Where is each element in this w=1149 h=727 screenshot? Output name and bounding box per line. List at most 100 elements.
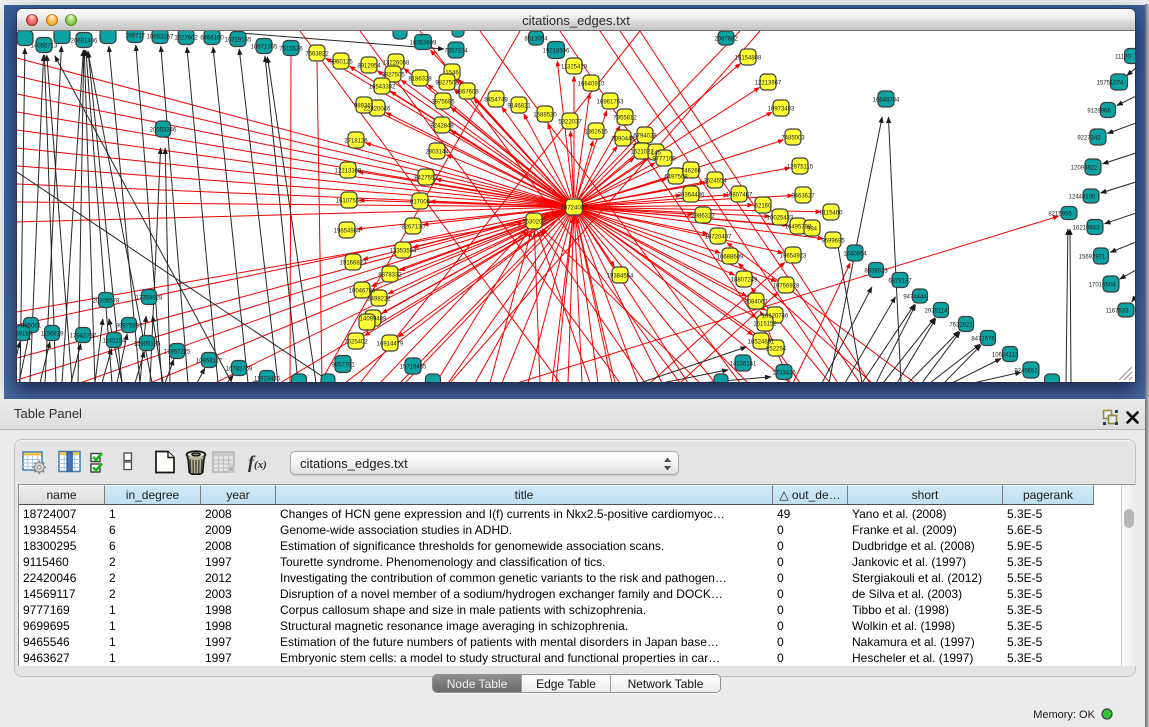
svg-text:8613054: 8613054 bbox=[524, 36, 548, 42]
svg-text:7955812: 7955812 bbox=[613, 115, 637, 121]
svg-text:9242848: 9242848 bbox=[430, 123, 454, 129]
svg-text:11170: 11170 bbox=[1115, 54, 1131, 60]
svg-text:20053346: 20053346 bbox=[150, 127, 177, 133]
svg-text:15751074: 15751074 bbox=[1097, 80, 1124, 86]
svg-text:2803144: 2803144 bbox=[425, 149, 449, 155]
svg-text:917006: 917006 bbox=[410, 199, 431, 205]
svg-text:19854984: 19854984 bbox=[334, 228, 361, 234]
svg-text:9146821: 9146821 bbox=[507, 103, 531, 109]
svg-text:9084067: 9084067 bbox=[744, 299, 768, 305]
svg-text:9699695: 9699695 bbox=[821, 238, 845, 244]
svg-text:6794028: 6794028 bbox=[633, 133, 657, 139]
svg-text:10719155: 10719155 bbox=[225, 37, 252, 43]
svg-text:12093822: 12093822 bbox=[1071, 165, 1098, 171]
svg-text:10046786: 10046786 bbox=[349, 288, 376, 294]
svg-text:9129966: 9129966 bbox=[1087, 108, 1111, 114]
svg-text:13226058: 13226058 bbox=[383, 60, 410, 66]
svg-text:8427552: 8427552 bbox=[414, 175, 438, 181]
svg-text:9115460: 9115460 bbox=[820, 210, 844, 216]
svg-text:9227342: 9227342 bbox=[1077, 135, 1101, 141]
svg-text:746266: 746266 bbox=[681, 168, 702, 174]
svg-text:16543382: 16543382 bbox=[369, 84, 396, 90]
svg-text:9463627: 9463627 bbox=[791, 193, 815, 199]
svg-text:1362615: 1362615 bbox=[584, 129, 608, 135]
svg-text:9960125: 9960125 bbox=[329, 59, 353, 65]
svg-text:939159: 939159 bbox=[17, 331, 33, 337]
svg-text:10958117: 10958117 bbox=[196, 358, 223, 364]
svg-text:16154808: 16154808 bbox=[735, 55, 762, 61]
svg-text:14136141: 14136141 bbox=[730, 361, 757, 367]
svg-text:9777169: 9777169 bbox=[652, 156, 676, 162]
svg-text:16053809: 16053809 bbox=[410, 40, 437, 46]
svg-text:985061: 985061 bbox=[21, 323, 42, 329]
svg-text:16120746: 16120746 bbox=[762, 313, 789, 319]
svg-text:12905135: 12905135 bbox=[134, 341, 161, 347]
svg-text:10756928: 10756928 bbox=[773, 283, 800, 289]
svg-text:8186328: 8186328 bbox=[408, 76, 432, 82]
svg-text:17942737: 17942737 bbox=[70, 333, 97, 339]
svg-text:16782759: 16782759 bbox=[226, 366, 253, 372]
svg-text:19654923: 19654923 bbox=[780, 253, 807, 259]
svg-text:16640910: 16640910 bbox=[578, 81, 605, 87]
svg-text:1167533: 1167533 bbox=[1106, 308, 1130, 314]
svg-text:19384554: 19384554 bbox=[607, 273, 634, 279]
svg-text:2087682: 2087682 bbox=[714, 36, 738, 42]
svg-text:17957225: 17957225 bbox=[164, 349, 191, 355]
svg-text:252254: 252254 bbox=[766, 346, 787, 352]
svg-text:7625402: 7625402 bbox=[344, 339, 368, 345]
svg-text:1640954: 1640954 bbox=[843, 251, 867, 257]
svg-text:8990448: 8990448 bbox=[611, 136, 635, 142]
svg-text:10025433: 10025433 bbox=[767, 215, 794, 221]
svg-text:6879197: 6879197 bbox=[888, 278, 912, 284]
svg-text:5322037: 5322037 bbox=[558, 119, 582, 125]
svg-text:8878332: 8878332 bbox=[378, 272, 402, 278]
svg-text:9474444: 9474444 bbox=[903, 294, 927, 300]
svg-text:14055713: 14055713 bbox=[31, 43, 58, 49]
svg-text:19218506: 19218506 bbox=[543, 48, 570, 54]
svg-text:9827508: 9827508 bbox=[435, 80, 459, 86]
svg-text:11325419: 11325419 bbox=[561, 64, 588, 70]
svg-text:99975867: 99975867 bbox=[116, 323, 143, 329]
svg-text:1588520: 1588520 bbox=[533, 112, 557, 118]
svg-text:989361: 989361 bbox=[354, 103, 375, 109]
svg-text:2867608: 2867608 bbox=[455, 89, 479, 95]
svg-text:3624554: 3624554 bbox=[703, 178, 727, 184]
svg-text:7986322: 7986322 bbox=[691, 213, 715, 219]
svg-text:16914479: 16914479 bbox=[377, 341, 404, 347]
svg-text:6497568: 6497568 bbox=[664, 174, 688, 180]
svg-text:20691406: 20691406 bbox=[71, 38, 98, 44]
svg-text:10973493: 10973493 bbox=[768, 106, 795, 112]
svg-text:2718126: 2718126 bbox=[344, 138, 368, 144]
svg-text:18724007: 18724007 bbox=[561, 205, 588, 211]
svg-text:7515526: 7515526 bbox=[279, 46, 303, 52]
svg-text:62160: 62160 bbox=[755, 203, 772, 209]
svg-text:16648784: 16648784 bbox=[873, 97, 900, 103]
svg-text:1156819: 1156819 bbox=[41, 331, 65, 337]
svg-text:10807487: 10807487 bbox=[726, 192, 753, 198]
svg-text:10671355: 10671355 bbox=[251, 44, 278, 50]
svg-text:15716485: 15716485 bbox=[400, 364, 427, 370]
svg-text:17016504: 17016504 bbox=[1089, 282, 1116, 288]
svg-text:3875685: 3875685 bbox=[431, 99, 455, 105]
svg-text:8454749: 8454749 bbox=[484, 97, 508, 103]
svg-text:20206578: 20206578 bbox=[93, 298, 120, 304]
svg-text:7357224: 7357224 bbox=[444, 48, 468, 54]
svg-text:20364436: 20364436 bbox=[678, 192, 705, 198]
svg-text:1546: 1546 bbox=[445, 70, 459, 76]
svg-text:18524851: 18524851 bbox=[748, 339, 775, 345]
svg-text:1527602: 1527602 bbox=[174, 35, 198, 41]
svg-text:169717: 169717 bbox=[125, 33, 146, 39]
svg-text:12213369: 12213369 bbox=[335, 168, 362, 174]
svg-text:11923446: 11923446 bbox=[254, 376, 281, 382]
svg-text:8215955: 8215955 bbox=[1048, 211, 1072, 217]
svg-text:16107552: 16107552 bbox=[336, 198, 363, 204]
svg-text:15692971: 15692971 bbox=[1079, 254, 1106, 260]
svg-text:16961763: 16961763 bbox=[597, 99, 624, 105]
svg-text:7485003: 7485003 bbox=[781, 135, 805, 141]
svg-text:2530203: 2530203 bbox=[522, 219, 546, 225]
svg-text:12213967: 12213967 bbox=[755, 80, 782, 86]
svg-text:1145194: 1145194 bbox=[103, 338, 127, 344]
svg-text:10654112: 10654112 bbox=[992, 352, 1019, 358]
svg-text:8938923: 8938923 bbox=[864, 268, 888, 274]
svg-text:9857791: 9857791 bbox=[331, 362, 355, 368]
